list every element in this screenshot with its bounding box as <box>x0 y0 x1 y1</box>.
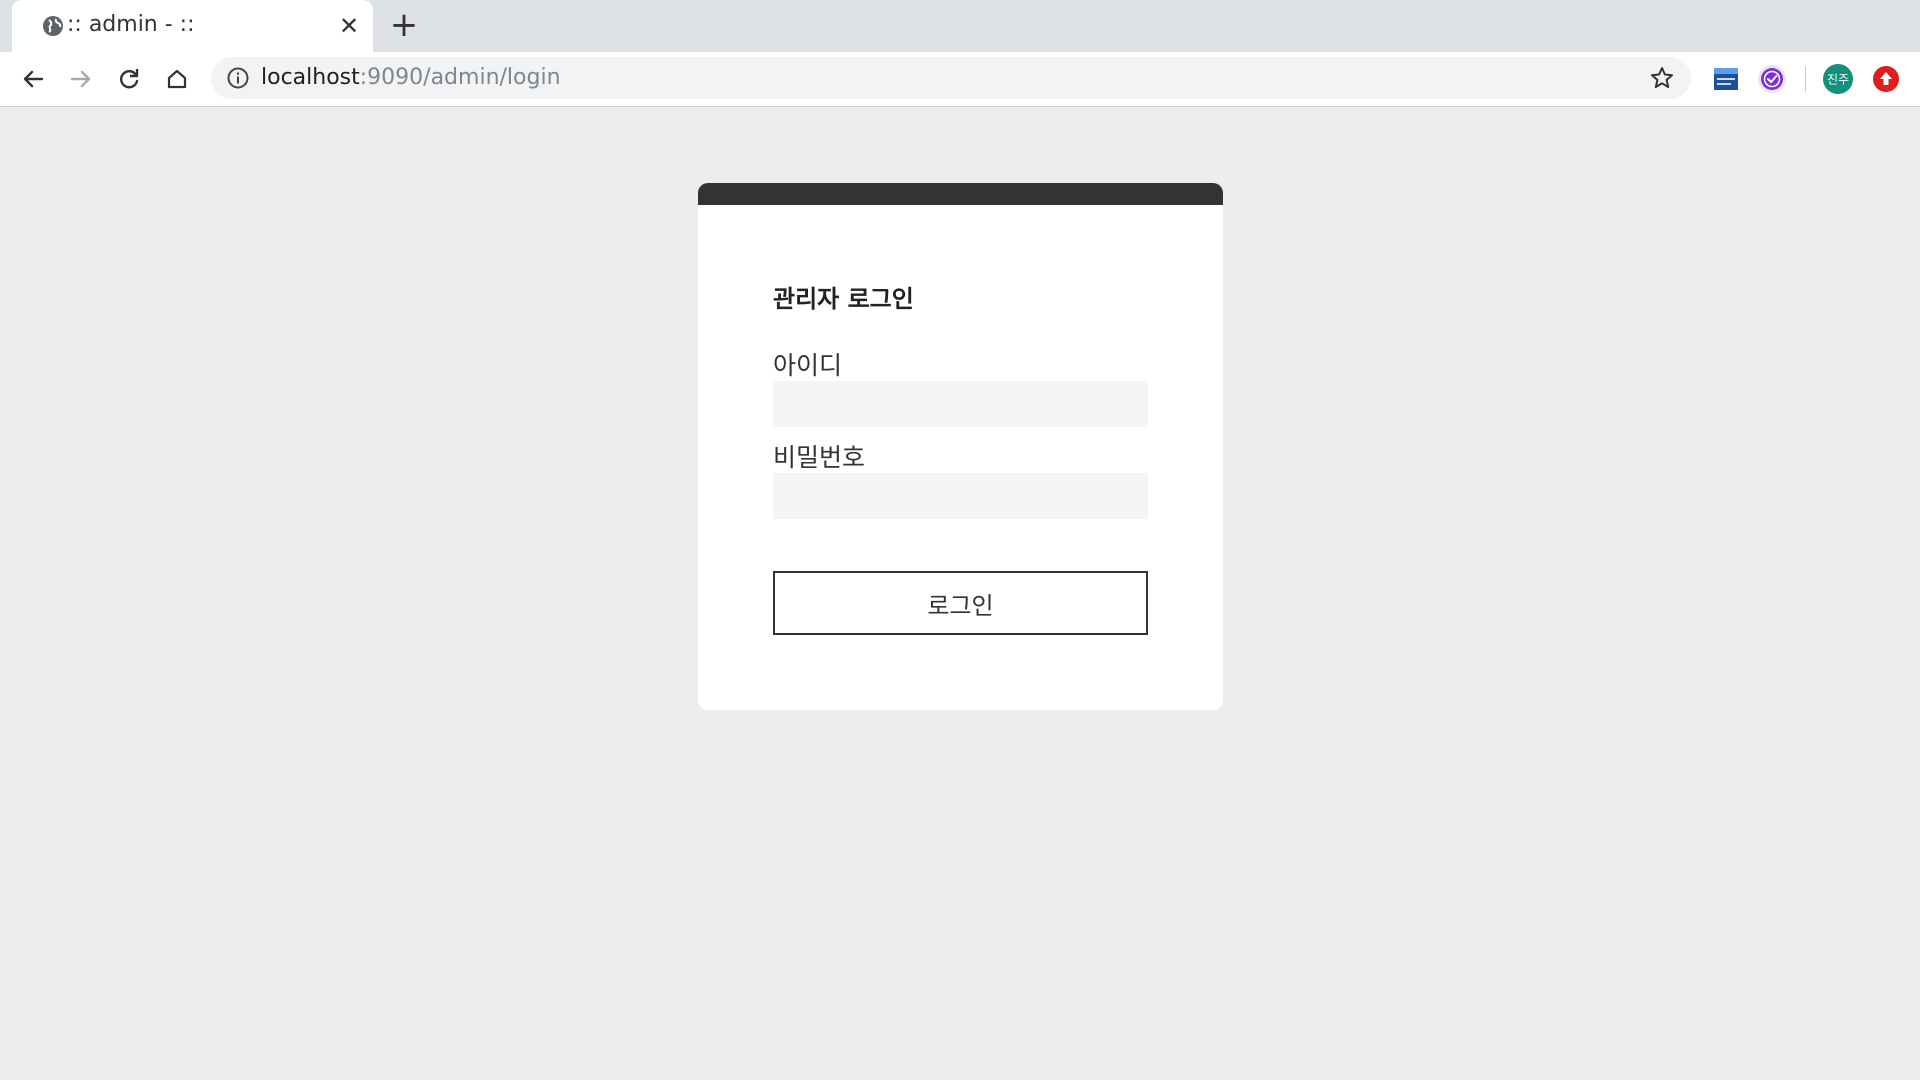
profile-avatar[interactable]: 진주 <box>1823 64 1853 94</box>
address-url: localhost:9090/admin/login <box>261 65 561 90</box>
reload-icon <box>120 69 139 89</box>
back-button[interactable] <box>16 62 50 96</box>
home-icon <box>167 69 187 89</box>
arrow-right-icon <box>70 70 91 88</box>
password-label: 비밀번호 <box>773 443 866 472</box>
tab-title: :: admin - :: <box>67 12 195 37</box>
card-header-bar <box>698 183 1223 205</box>
address-bar[interactable]: localhost:9090/admin/login <box>211 57 1691 99</box>
red-upload-extension-icon[interactable] <box>1871 64 1901 94</box>
info-icon[interactable] <box>225 65 251 91</box>
toolbar-divider <box>1805 66 1806 92</box>
forward-button[interactable] <box>64 62 98 96</box>
globe-icon <box>41 14 65 38</box>
svg-text:진주: 진주 <box>1827 73 1849 87</box>
bookmark-star-icon[interactable] <box>1648 64 1676 92</box>
naver-dictionary-extension-icon[interactable] <box>1711 64 1741 94</box>
browser-tab-strip: :: admin - :: ✕ + <box>0 0 1920 52</box>
login-button[interactable]: 로그인 <box>773 571 1148 635</box>
browser-tab[interactable]: :: admin - :: ✕ <box>12 0 373 52</box>
url-host: localhost <box>261 65 360 90</box>
new-tab-button[interactable]: + <box>388 8 420 42</box>
login-card: 관리자 로그인 아이디 비밀번호 로그인 <box>698 183 1223 710</box>
id-label: 아이디 <box>773 351 843 380</box>
password-input[interactable] <box>773 473 1148 519</box>
id-input[interactable] <box>773 381 1148 427</box>
url-path: :9090/admin/login <box>359 65 561 90</box>
close-icon[interactable]: ✕ <box>335 12 363 40</box>
login-title: 관리자 로그인 <box>773 285 914 313</box>
home-button[interactable] <box>160 62 194 96</box>
reload-button[interactable] <box>112 62 146 96</box>
browser-toolbar: localhost:9090/admin/login 진주 <box>0 52 1920 107</box>
purple-check-extension-icon[interactable] <box>1757 64 1787 94</box>
arrow-left-icon <box>23 70 44 88</box>
